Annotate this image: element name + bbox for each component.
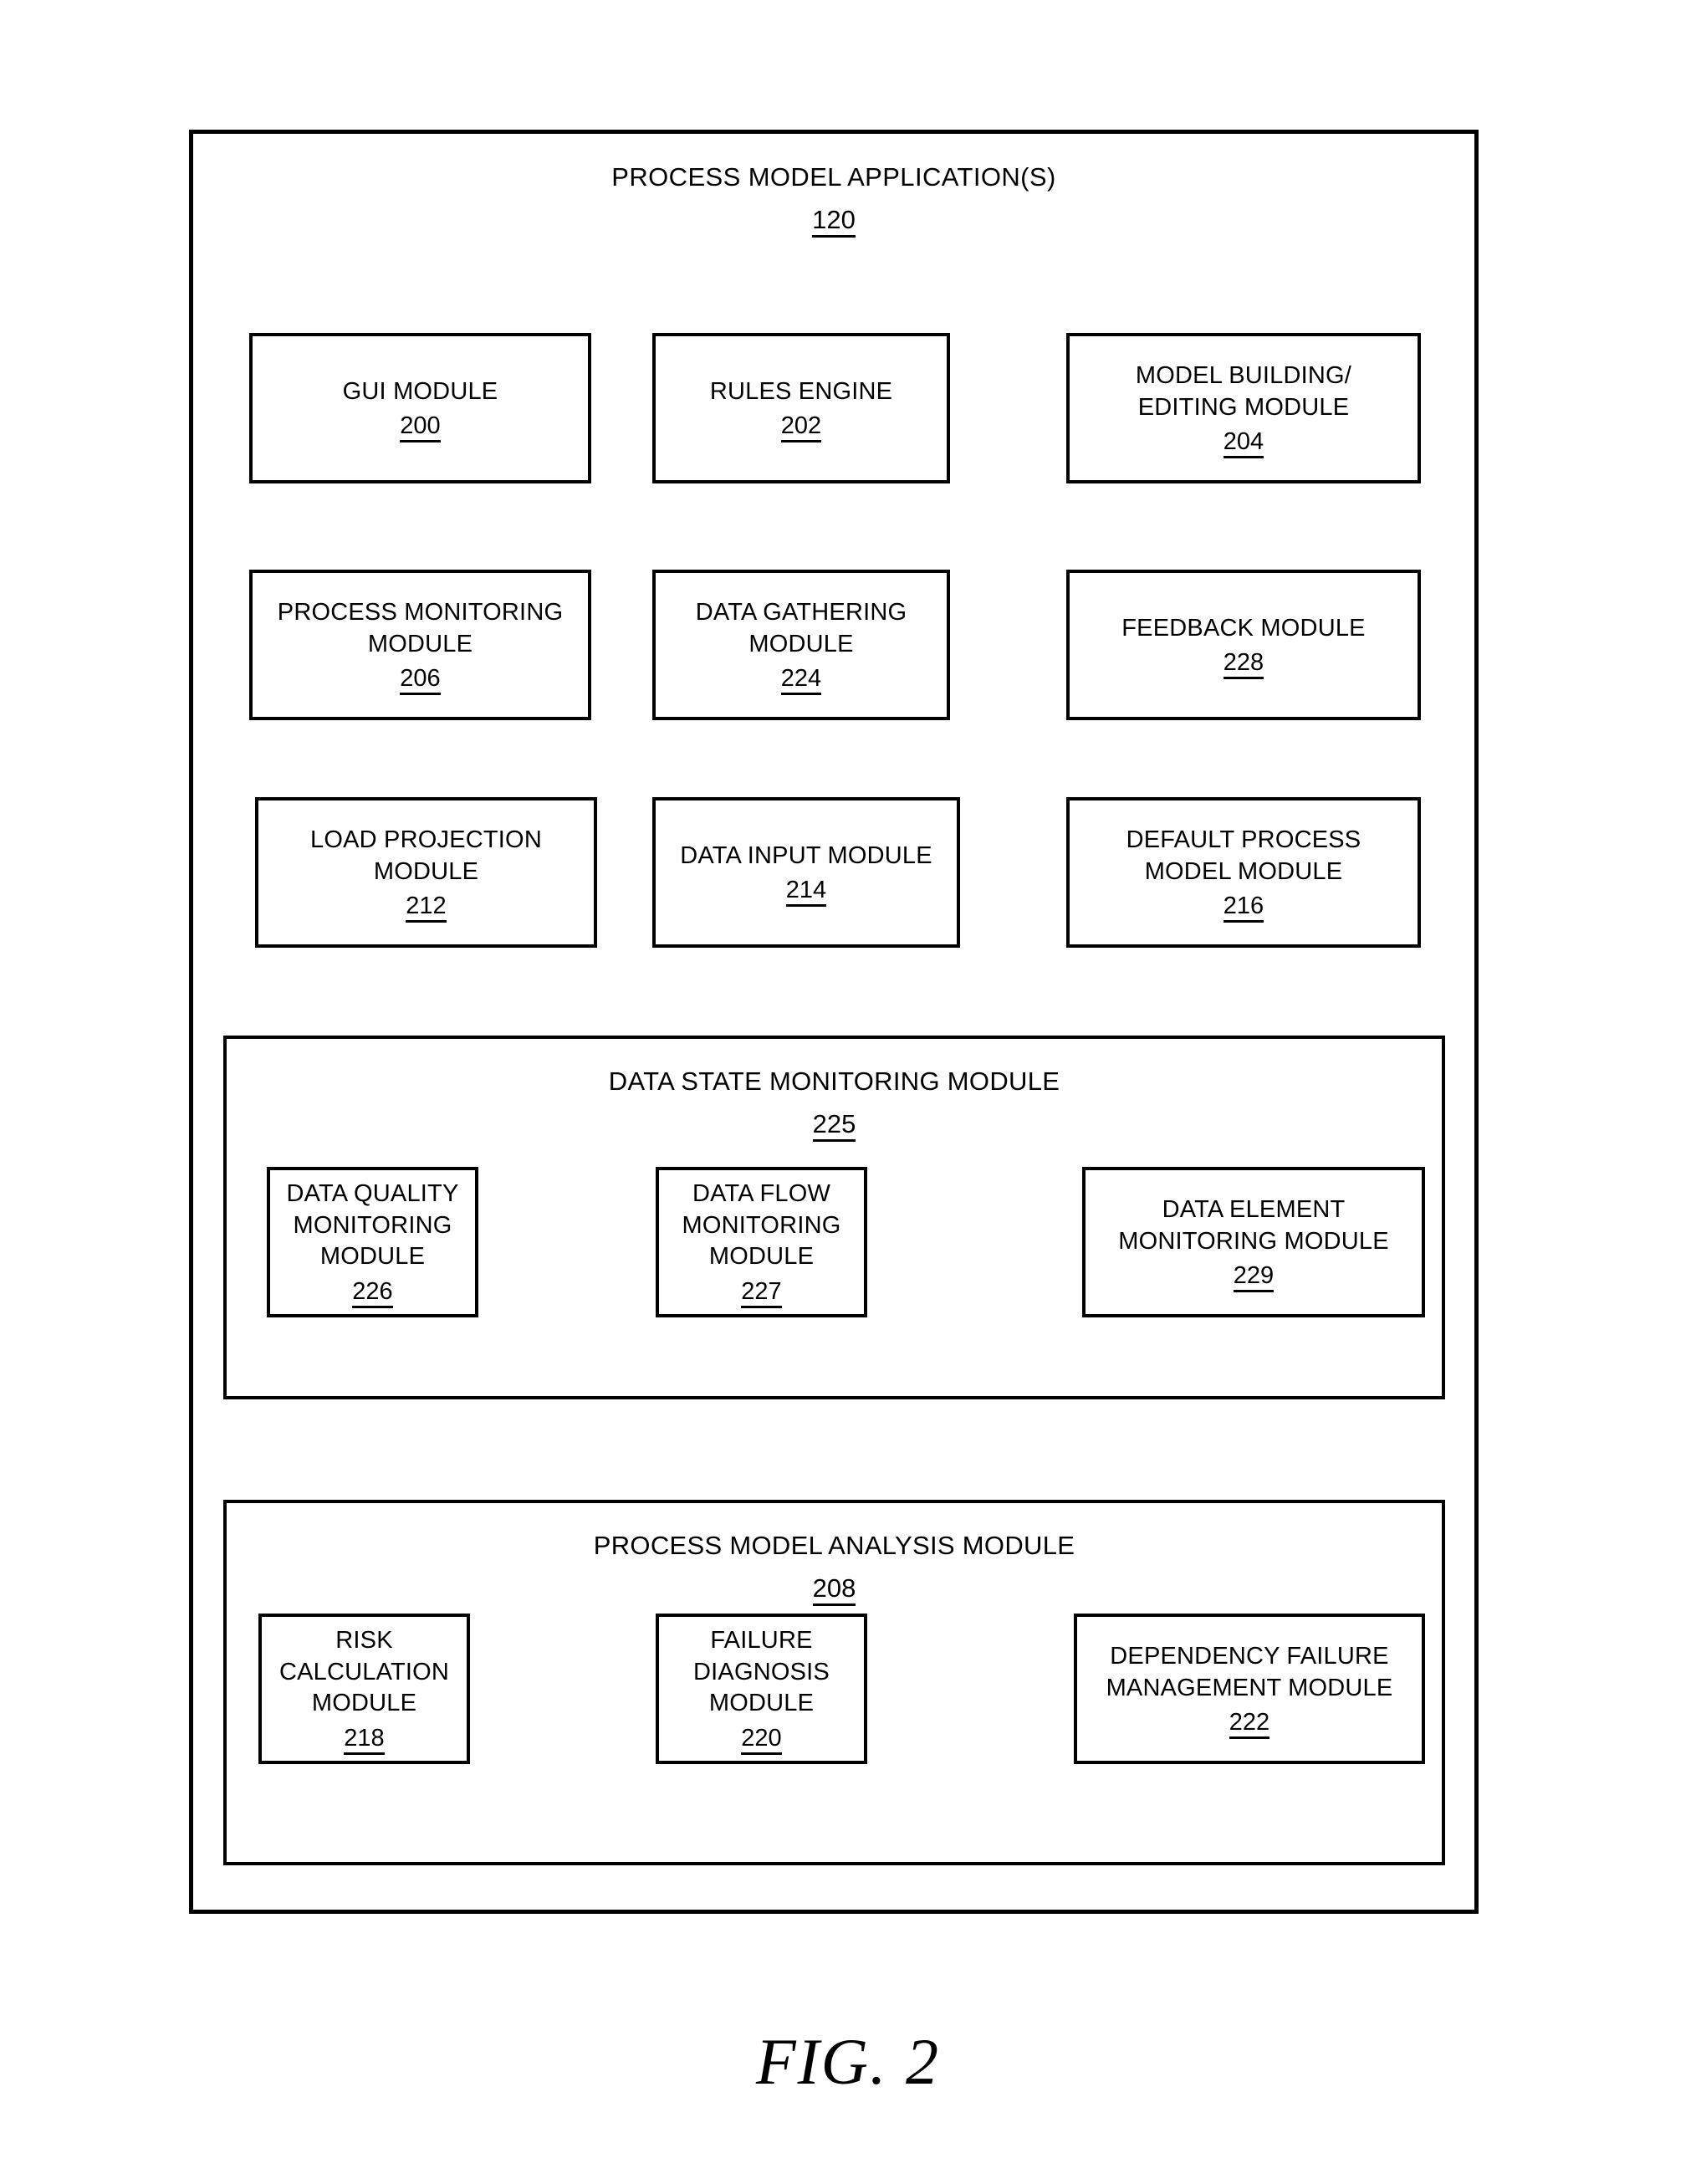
frame-reference-numeral: 120 (193, 205, 1474, 238)
module-label: DATA QUALITY MONITORING MODULE (286, 1179, 459, 1271)
module-box-dependency-failure-management-module[interactable]: DEPENDENCY FAILURE MANAGEMENT MODULE 222 (1074, 1614, 1425, 1764)
module-reference-numeral: 224 (780, 665, 822, 696)
module-reference-numeral: 228 (1223, 649, 1264, 680)
module-label: FAILURE DIAGNOSIS MODULE (693, 1626, 830, 1717)
module-reference-numeral: 204 (1223, 428, 1264, 459)
group-box-data-state-monitoring-module[interactable]: DATA STATE MONITORING MODULE 225 DATA QU… (223, 1036, 1445, 1399)
module-label: DATA ELEMENT MONITORING MODULE (1118, 1195, 1389, 1255)
group-title: PROCESS MODEL ANALYSIS MODULE (593, 1531, 1075, 1560)
module-reference-numeral: 226 (352, 1278, 393, 1309)
module-label: DATA FLOW MONITORING MODULE (682, 1179, 841, 1271)
group-reference-numeral: 208 (227, 1573, 1442, 1606)
module-label: MODEL BUILDING/ EDITING MODULE (1135, 361, 1352, 421)
module-reference-numeral: 216 (1223, 893, 1264, 923)
module-label: GUI MODULE (342, 377, 498, 405)
module-reference-numeral: 200 (400, 412, 441, 443)
module-label: LOAD PROJECTION MODULE (310, 826, 542, 885)
module-label: RISK CALCULATION MODULE (278, 1626, 450, 1717)
frame-title: PROCESS MODEL APPLICATION(S) (611, 162, 1056, 192)
figure-caption: FIG. 2 (756, 2025, 940, 2098)
module-box-data-gathering-module[interactable]: DATA GATHERING MODULE 224 (652, 570, 950, 720)
module-box-load-projection-module[interactable]: LOAD PROJECTION MODULE 212 (255, 797, 597, 948)
group-box-process-model-analysis-module[interactable]: PROCESS MODEL ANALYSIS MODULE 208 RISK C… (223, 1500, 1445, 1865)
module-box-data-flow-monitoring-module[interactable]: DATA FLOW MONITORING MODULE 227 (656, 1167, 867, 1317)
module-reference-numeral: 229 (1233, 1262, 1275, 1293)
module-box-default-process-model-module[interactable]: DEFAULT PROCESS MODEL MODULE 216 (1066, 797, 1421, 948)
module-box-risk-calculation-module[interactable]: RISK CALCULATION MODULE 218 (258, 1614, 470, 1764)
group-reference-numeral: 225 (227, 1109, 1442, 1142)
module-box-data-input-module[interactable]: DATA INPUT MODULE 214 (652, 797, 960, 948)
module-box-rules-engine[interactable]: RULES ENGINE 202 (652, 333, 950, 483)
module-reference-numeral: 218 (344, 1725, 385, 1756)
module-reference-numeral: 206 (400, 665, 441, 696)
module-label: DEPENDENCY FAILURE MANAGEMENT MODULE (1106, 1642, 1393, 1701)
process-model-applications-frame: PROCESS MODEL APPLICATION(S) 120 GUI MOD… (189, 130, 1479, 1914)
module-box-data-quality-monitoring-module[interactable]: DATA QUALITY MONITORING MODULE 226 (267, 1167, 478, 1317)
module-box-data-element-monitoring-module[interactable]: DATA ELEMENT MONITORING MODULE 229 (1082, 1167, 1425, 1317)
figure-sheet: PROCESS MODEL APPLICATION(S) 120 GUI MOD… (0, 0, 1696, 2184)
module-box-feedback-module[interactable]: FEEDBACK MODULE 228 (1066, 570, 1421, 720)
group-title: DATA STATE MONITORING MODULE (608, 1066, 1060, 1096)
module-reference-numeral: 220 (741, 1725, 782, 1756)
module-reference-numeral: 202 (780, 412, 822, 443)
module-reference-numeral: 222 (1229, 1709, 1270, 1740)
module-reference-numeral: 227 (741, 1278, 782, 1309)
module-label: DATA GATHERING MODULE (695, 598, 907, 657)
module-label: RULES ENGINE (709, 377, 893, 405)
module-box-gui-module[interactable]: GUI MODULE 200 (249, 333, 591, 483)
module-box-process-monitoring-module[interactable]: PROCESS MONITORING MODULE 206 (249, 570, 591, 720)
module-label: FEEDBACK MODULE (1121, 614, 1366, 642)
module-reference-numeral: 212 (406, 893, 447, 923)
module-box-model-building-editing-module[interactable]: MODEL BUILDING/ EDITING MODULE 204 (1066, 333, 1421, 483)
module-box-failure-diagnosis-module[interactable]: FAILURE DIAGNOSIS MODULE 220 (656, 1614, 867, 1764)
module-label: PROCESS MONITORING MODULE (277, 598, 564, 657)
module-label: DEFAULT PROCESS MODEL MODULE (1126, 826, 1361, 885)
module-label: DATA INPUT MODULE (680, 841, 932, 869)
module-reference-numeral: 214 (785, 877, 827, 908)
